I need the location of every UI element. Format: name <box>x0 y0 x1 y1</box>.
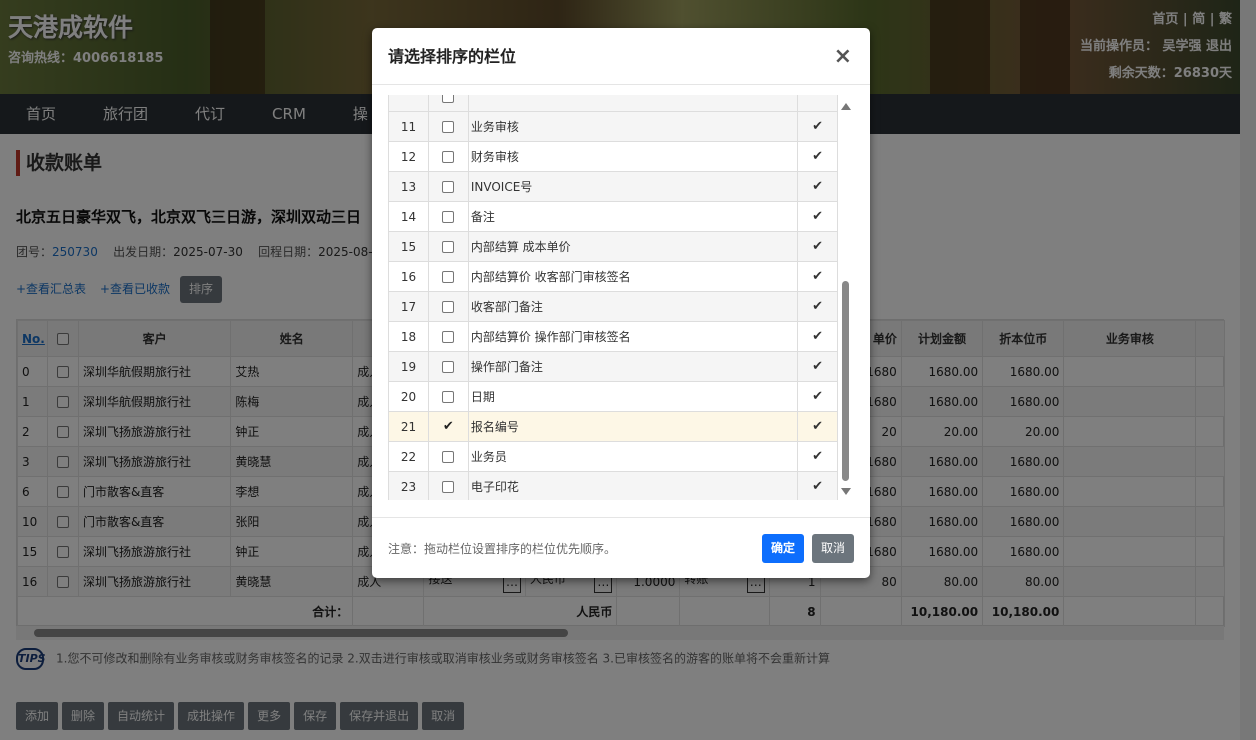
field-row[interactable]: 16 内部结算价 收客部门审核签名 ✔ <box>388 261 838 292</box>
check-icon[interactable]: ✔ <box>797 291 838 322</box>
field-row-no: 21 <box>388 411 429 442</box>
field-row-label: 业务审核 <box>467 111 799 142</box>
dialog-scrollbar[interactable] <box>840 95 852 500</box>
field-list: 11 业务审核 ✔ 12 财务审核 ✔ 13 INVOICE号 ✔ 14 备注 ✔ 15 内部结算 成本单… <box>388 95 838 500</box>
check-icon[interactable]: ✔ <box>797 231 838 262</box>
field-row-no: 16 <box>388 261 429 292</box>
dialog-cancel-button[interactable]: 取消 <box>812 534 854 563</box>
field-checkbox[interactable] <box>442 241 455 253</box>
field-row[interactable]: 11 业务审核 ✔ <box>388 111 838 142</box>
field-row-checkbox-cell <box>427 171 469 202</box>
field-row-checkbox-cell <box>427 351 469 382</box>
field-row-checkbox-cell <box>427 201 469 232</box>
field-row[interactable]: 14 备注 ✔ <box>388 201 838 232</box>
field-row-no: 14 <box>388 201 429 232</box>
field-row[interactable]: 18 内部结算价 操作部门审核签名 ✔ <box>388 321 838 352</box>
check-icon[interactable]: ✔ <box>797 381 838 412</box>
field-row-no: 12 <box>388 141 429 172</box>
field-row-mark <box>797 95 838 112</box>
check-icon[interactable]: ✔ <box>797 171 838 202</box>
field-checkbox[interactable]: ✔ <box>443 419 454 434</box>
field-checkbox[interactable] <box>442 151 455 163</box>
field-row[interactable]: 22 业务员 ✔ <box>388 441 838 472</box>
field-checkbox[interactable] <box>442 121 455 133</box>
field-row-checkbox-cell <box>427 321 469 352</box>
field-row-label: 收客部门备注 <box>467 291 799 322</box>
check-icon[interactable]: ✔ <box>797 471 838 500</box>
field-row-label: 业务员 <box>467 441 799 472</box>
close-icon[interactable]: × <box>834 45 852 69</box>
field-row[interactable]: 20 日期 ✔ <box>388 381 838 412</box>
field-row-checkbox-cell <box>427 381 469 412</box>
field-row-checkbox-cell <box>427 231 469 262</box>
dialog-title: 请选择排序的栏位 <box>372 28 870 85</box>
field-row-label: 报名编号 <box>467 411 799 442</box>
check-icon[interactable]: ✔ <box>797 261 838 292</box>
field-row[interactable]: 13 INVOICE号 ✔ <box>388 171 838 202</box>
field-row[interactable]: 21 ✔ 报名编号 ✔ <box>388 411 838 442</box>
check-icon[interactable]: ✔ <box>797 321 838 352</box>
field-row-label: 内部结算 成本单价 <box>467 231 799 262</box>
field-row[interactable]: 23 电子印花 ✔ <box>388 471 838 500</box>
field-row-label <box>467 95 799 112</box>
field-row-label: 日期 <box>467 381 799 412</box>
field-row-no: 11 <box>388 111 429 142</box>
field-checkbox[interactable] <box>442 361 455 373</box>
field-checkbox[interactable] <box>442 271 455 283</box>
check-icon[interactable]: ✔ <box>797 411 838 442</box>
field-row-checkbox-cell <box>427 261 469 292</box>
field-row-checkbox-cell <box>427 471 469 500</box>
field-row-checkbox-cell <box>427 441 469 472</box>
field-row-no <box>388 95 429 112</box>
field-row-checkbox-cell <box>427 291 469 322</box>
field-checkbox[interactable] <box>442 211 455 223</box>
field-row-label: 内部结算价 收客部门审核签名 <box>467 261 799 292</box>
field-checkbox[interactable] <box>442 331 455 343</box>
check-icon[interactable]: ✔ <box>797 441 838 472</box>
field-checkbox[interactable] <box>442 451 455 463</box>
dialog-note: 注意：拖动栏位设置排序的栏位优先顺序。 <box>388 542 617 556</box>
field-row-partial[interactable] <box>388 95 838 112</box>
scroll-down-icon[interactable] <box>841 488 851 495</box>
field-checkbox[interactable] <box>442 181 455 193</box>
sort-fields-dialog: 请选择排序的栏位 × 11 业务审核 ✔ 12 财务审核 ✔ 13 INVOICE号 ✔ 14 备注… <box>372 28 870 578</box>
field-row-label: 备注 <box>467 201 799 232</box>
field-row-no: 20 <box>388 381 429 412</box>
scroll-up-icon[interactable] <box>841 103 851 110</box>
dialog-footer: 注意：拖动栏位设置排序的栏位优先顺序。 确定 取消 <box>372 517 870 578</box>
check-icon[interactable]: ✔ <box>797 111 838 142</box>
field-checkbox[interactable] <box>442 481 455 493</box>
field-row-no: 13 <box>388 171 429 202</box>
field-row-label: INVOICE号 <box>467 171 799 202</box>
field-row-no: 19 <box>388 351 429 382</box>
check-icon[interactable]: ✔ <box>797 351 838 382</box>
check-icon[interactable]: ✔ <box>797 201 838 232</box>
field-row-checkbox-cell <box>427 111 469 142</box>
field-row-no: 18 <box>388 321 429 352</box>
field-row-label: 电子印花 <box>467 471 799 500</box>
field-row-label: 财务审核 <box>467 141 799 172</box>
confirm-button[interactable]: 确定 <box>762 534 804 563</box>
field-row-checkbox-cell: ✔ <box>427 411 469 442</box>
field-row[interactable]: 15 内部结算 成本单价 ✔ <box>388 231 838 262</box>
field-row-label: 内部结算价 操作部门审核签名 <box>467 321 799 352</box>
field-row-no: 23 <box>388 471 429 500</box>
field-row-no: 15 <box>388 231 429 262</box>
check-icon[interactable]: ✔ <box>797 141 838 172</box>
field-row-no: 22 <box>388 441 429 472</box>
field-row[interactable]: 12 财务审核 ✔ <box>388 141 838 172</box>
field-checkbox[interactable] <box>442 301 455 313</box>
field-row-checkbox-cell <box>427 141 469 172</box>
field-row-checkbox <box>427 95 469 112</box>
field-row-no: 17 <box>388 291 429 322</box>
field-row[interactable]: 17 收客部门备注 ✔ <box>388 291 838 322</box>
field-checkbox[interactable] <box>442 391 455 403</box>
field-row-label: 操作部门备注 <box>467 351 799 382</box>
scroll-thumb[interactable] <box>842 281 849 481</box>
field-row[interactable]: 19 操作部门备注 ✔ <box>388 351 838 382</box>
